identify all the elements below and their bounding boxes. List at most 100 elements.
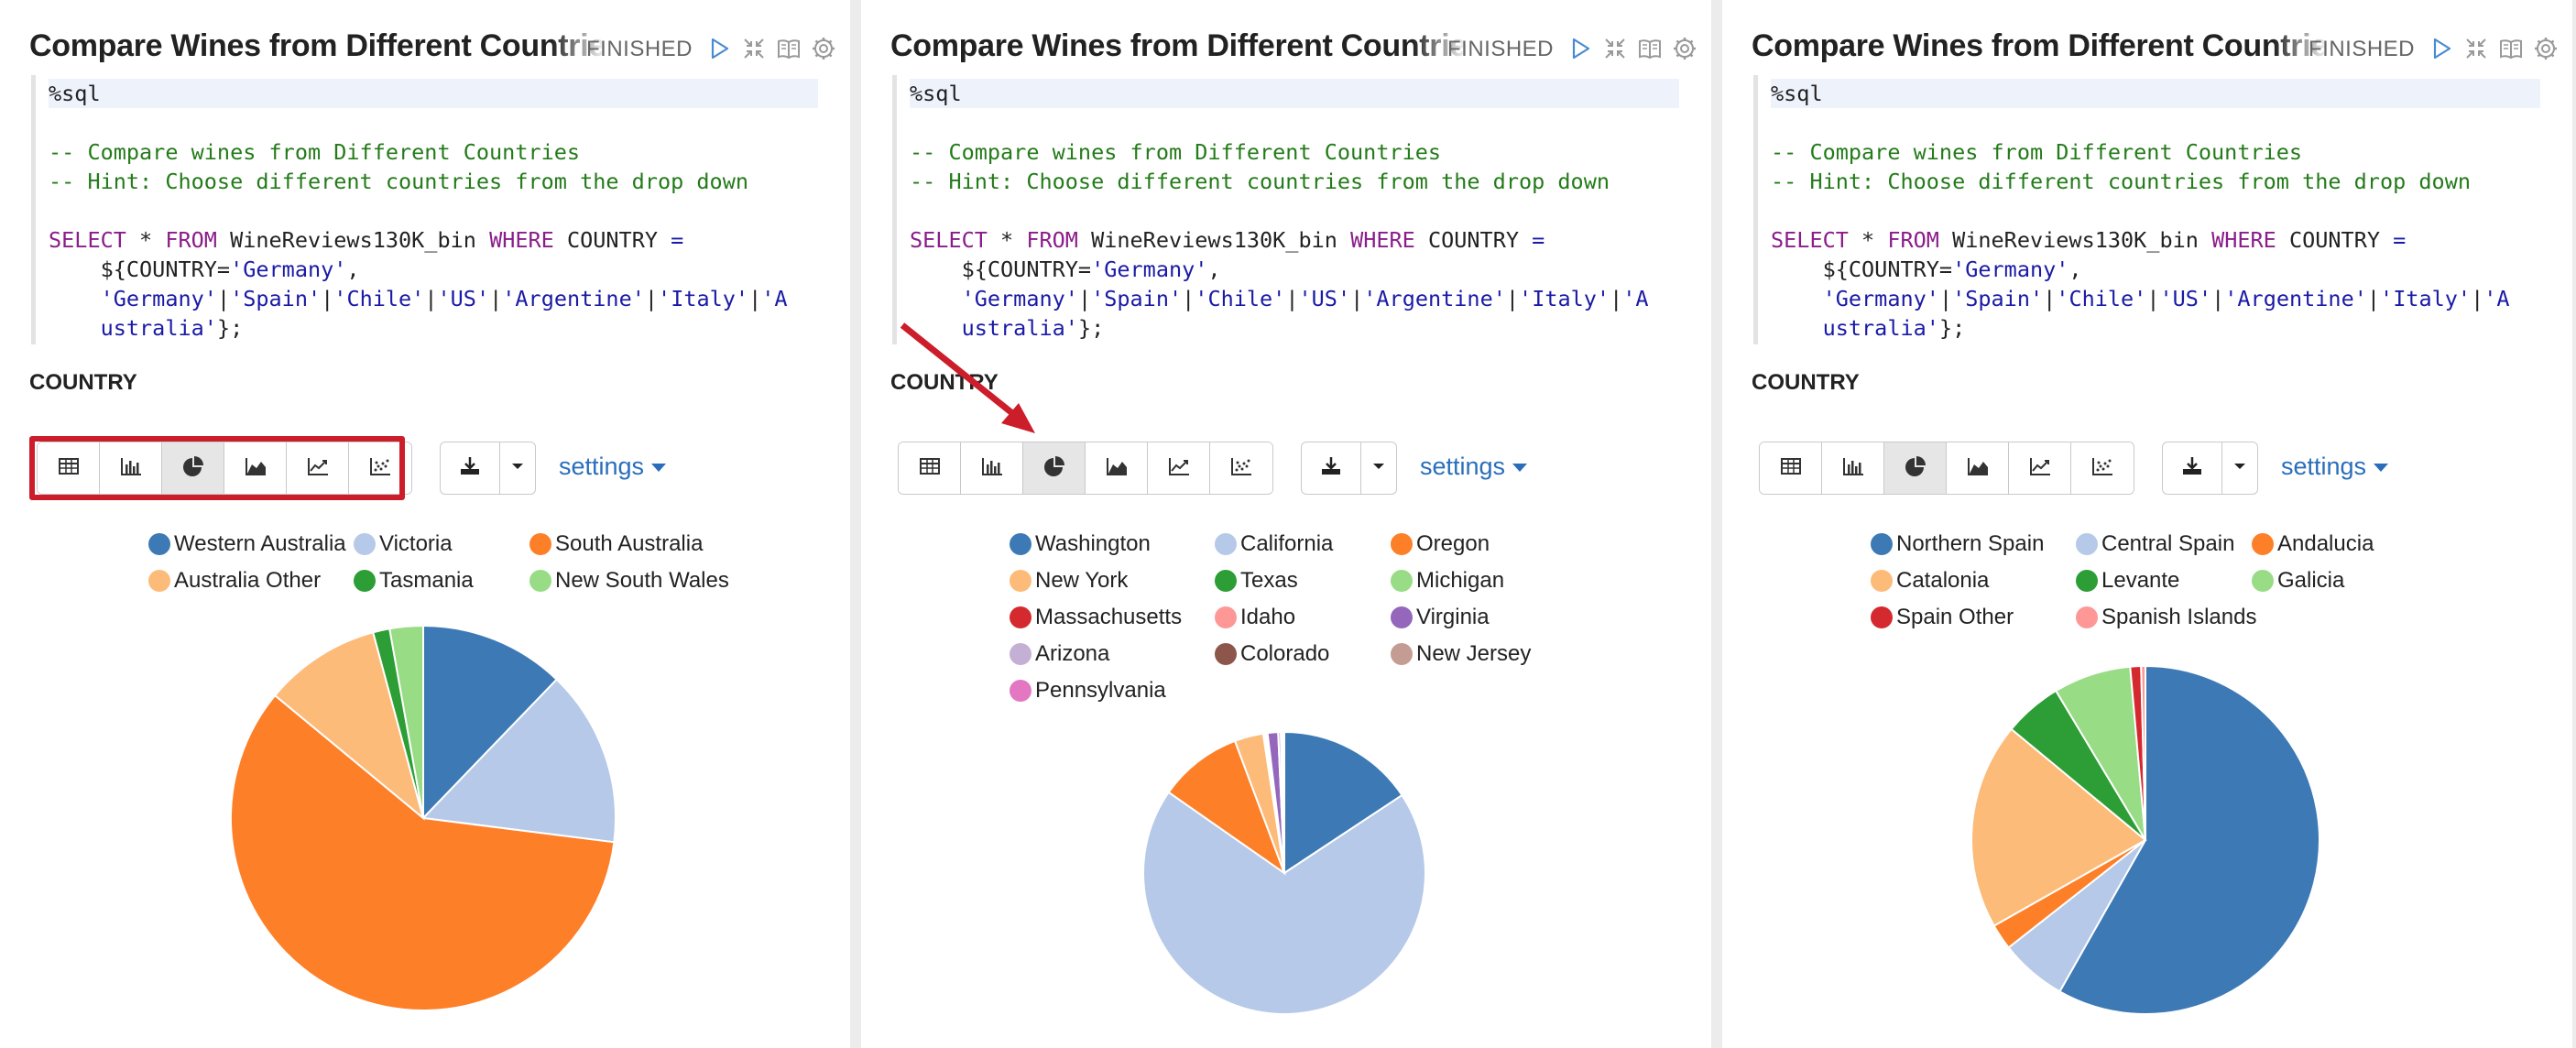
code-editor[interactable]: %sql -- Compare wines from Different Coun… [31,75,818,344]
legend-swatch [1391,606,1413,628]
legend-item[interactable]: Andalucia [2252,531,2374,557]
legend-item[interactable]: Victoria [354,531,453,557]
run-icon[interactable] [705,35,733,62]
settings-toggle[interactable]: settings [559,453,667,481]
collapse-icon[interactable] [1601,35,1629,62]
code-token: 'US' [437,286,490,311]
legend-label: Michigan [1416,568,1505,593]
code-token: | [424,286,438,311]
legend-label: South Australia [555,531,704,556]
code-token: SELECT [49,227,126,253]
legend-item[interactable]: Texas [1215,568,1298,594]
pie-chart-view-button[interactable] [1884,442,1947,494]
visualization-switcher [1759,442,2134,495]
code-token: | [2211,286,2225,311]
code-token: 'US' [1298,286,1351,311]
scatter-chart-view-button[interactable] [2071,442,2134,494]
legend-item[interactable]: Oregon [1391,531,1490,557]
settings-toggle[interactable]: settings [1420,453,1528,481]
collapse-icon[interactable] [740,35,768,62]
legend-item[interactable]: Idaho [1215,605,1295,630]
gear-icon[interactable] [2532,35,2560,62]
download-button-group [2162,442,2258,495]
pie-chart-icon [1903,453,1928,484]
download-button[interactable] [2163,442,2222,494]
legend-item[interactable]: California [1215,531,1333,557]
code-line: 'Germany'|'Spain'|'Chile'|'US'|'Argentin… [49,284,788,313]
legend-item[interactable]: Northern Spain [1871,531,2044,557]
line-chart-view-button[interactable] [2009,442,2071,494]
download-options-toggle[interactable] [500,442,535,494]
legend-item[interactable]: Arizona [1010,641,1109,667]
code-token: 'A [761,286,788,311]
code-line: SELECT * FROM WineReviews130K_bin WHERE … [910,225,1545,255]
bar-chart-icon [1840,453,1866,484]
pie-slice-pennsylvania[interactable] [1283,730,1285,874]
legend-item[interactable]: Central Spain [2076,531,2234,557]
code-token: 'Germany' [910,286,1078,311]
run-icon[interactable] [1566,35,1594,62]
code-editor[interactable]: %sql -- Compare wines from Different Coun… [892,75,1679,344]
download-options-toggle[interactable] [1361,442,1396,494]
legend-item[interactable]: South Australia [529,531,703,557]
code-token: 'Spain' [1952,286,2044,311]
download-options-toggle[interactable] [2222,442,2257,494]
code-token: , [2068,257,2082,282]
code-token: | [1077,286,1092,311]
legend-item[interactable]: New York [1010,568,1128,594]
bar-chart-view-button[interactable] [1822,442,1884,494]
code-token: 'Italy' [658,286,749,311]
legend-label: Catalonia [1896,568,1990,593]
legend-item[interactable]: Spain Other [1871,605,2014,630]
code-editor[interactable]: %sql -- Compare wines from Different Coun… [1753,75,2540,344]
code-token: | [2043,286,2057,311]
area-chart-view-button[interactable] [1947,442,2009,494]
legend-label: Massachusetts [1035,605,1183,629]
table-view-button[interactable] [1760,442,1822,494]
legend-item[interactable]: Levante [2076,568,2179,594]
book-icon[interactable] [1636,35,1664,62]
legend-item[interactable]: Colorado [1215,641,1329,667]
status-label: FINISHED [2309,37,2416,61]
legend-item[interactable]: New South Wales [529,568,729,594]
legend-item[interactable]: Tasmania [354,568,474,594]
legend-item[interactable]: Pennsylvania [1010,678,1166,704]
download-button-group [440,442,536,495]
code-token: %sql [910,81,962,106]
scatter-chart-view-button[interactable] [1210,442,1272,494]
code-token: 'A [1622,286,1649,311]
legend-item[interactable]: Galicia [2252,568,2344,594]
legend-item[interactable]: Michigan [1391,568,1504,594]
download-button[interactable] [1302,442,1361,494]
legend-item[interactable]: Massachusetts [1010,605,1182,630]
legend-label: Pennsylvania [1035,678,1166,703]
collapse-icon[interactable] [2462,35,2490,62]
book-icon[interactable] [775,35,802,62]
legend-item[interactable]: Washington [1010,531,1151,557]
legend-item[interactable]: Spanish Islands [2076,605,2256,630]
settings-toggle[interactable]: settings [2281,453,2389,481]
legend-item[interactable]: New Jersey [1391,641,1531,667]
gear-icon[interactable] [1671,35,1698,62]
legend-item[interactable]: Western Australia [148,531,346,557]
download-button[interactable] [441,442,500,494]
paragraph-title[interactable]: Compare Wines from Different Countries [890,26,1468,66]
book-icon[interactable] [2497,35,2525,62]
code-line: ustralia'}; [1771,313,1966,343]
code-token: 'Spain' [230,286,322,311]
run-icon[interactable] [2428,35,2455,62]
code-token: 'Argentine' [2224,286,2367,311]
paragraph-title[interactable]: Compare Wines from Different Countries [1752,26,2329,66]
gear-icon[interactable] [810,35,837,62]
paragraph-title[interactable]: Compare Wines from Different Countries [29,26,606,66]
line-chart-view-button[interactable] [1148,442,1210,494]
legend-item[interactable]: Virginia [1391,605,1490,630]
scatter-chart-icon [2090,453,2115,484]
code-token: | [1285,286,1299,311]
code-token: WineReviews130K_bin [216,227,490,253]
legend-swatch [2076,570,2098,592]
legend-item[interactable]: Catalonia [1871,568,1989,594]
area-chart-view-button[interactable] [1086,442,1148,494]
pie-chart [230,624,617,1011]
legend-item[interactable]: Australia Other [148,568,321,594]
